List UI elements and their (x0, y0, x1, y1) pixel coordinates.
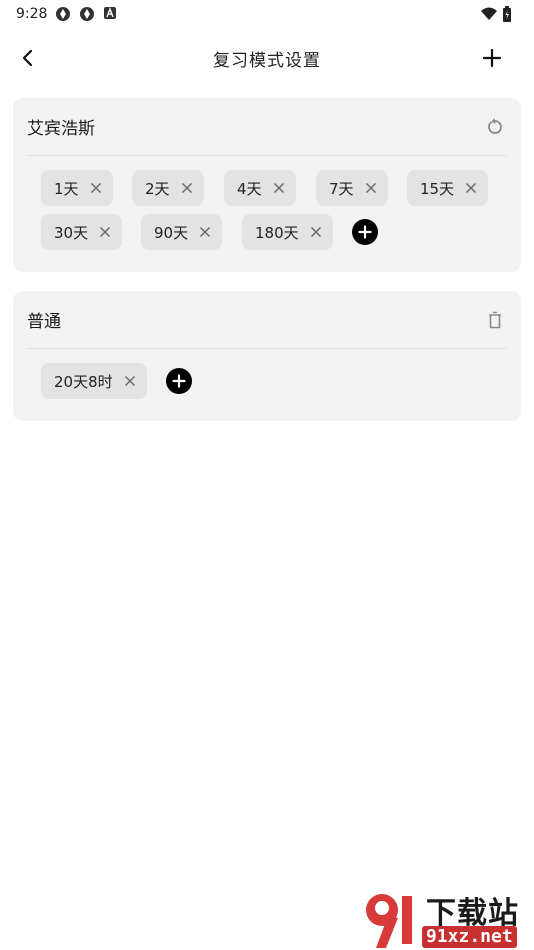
chip-label: 30天 (54, 223, 89, 242)
remove-chip-button[interactable] (364, 181, 378, 195)
watermark-logo-icon (366, 894, 412, 948)
watermark-domain: 91xz.net (422, 926, 517, 948)
chip-label: 15天 (420, 179, 455, 198)
battery-icon (502, 6, 518, 22)
reset-button[interactable] (483, 115, 507, 139)
app-notification-icon (55, 6, 71, 22)
card-title: 艾宾浩斯 (27, 119, 95, 139)
close-icon (200, 227, 211, 237)
remove-chip-button[interactable] (309, 225, 323, 239)
status-bar: 9:28 (0, 0, 534, 28)
chip-label: 180天 (255, 223, 299, 242)
chip-label: 1天 (54, 179, 79, 198)
watermark: 下载站 91xz.net (362, 888, 532, 950)
close-icon (466, 183, 477, 193)
remove-chip-button[interactable] (272, 181, 286, 195)
plus-icon (482, 48, 502, 68)
remove-chip-button[interactable] (180, 181, 194, 195)
interval-chip[interactable]: 180天 (242, 214, 333, 250)
chevron-left-icon (22, 49, 33, 67)
remove-chip-button[interactable] (198, 225, 212, 239)
interval-chip[interactable]: 7天 (316, 170, 388, 206)
wifi-icon (480, 6, 497, 22)
interval-chip[interactable]: 30天 (41, 214, 123, 250)
font-notification-icon (103, 6, 119, 22)
chip-label: 2天 (145, 179, 170, 198)
close-icon (124, 376, 135, 386)
chip-label: 4天 (237, 179, 262, 198)
remove-chip-button[interactable] (464, 181, 478, 195)
review-mode-card-normal: 普通 20天8时 (13, 291, 521, 421)
plus-icon (172, 374, 186, 388)
interval-chip[interactable]: 2天 (132, 170, 204, 206)
screen: 9:28 复习模式设置 艾宾浩斯 1天 2天 4天 7天 15天 30天 90天… (0, 0, 534, 950)
card-header: 艾宾浩斯 (27, 98, 507, 156)
interval-chip[interactable]: 90天 (141, 214, 223, 250)
chip-label: 7天 (329, 179, 354, 198)
close-icon (181, 183, 192, 193)
status-left: 9:28 (16, 6, 119, 22)
status-right (480, 6, 518, 22)
reset-icon (488, 118, 502, 134)
close-icon (90, 183, 101, 193)
add-interval-button[interactable] (352, 219, 378, 245)
close-icon (100, 227, 111, 237)
interval-chip[interactable]: 15天 (407, 170, 489, 206)
interval-chip[interactable]: 4天 (224, 170, 296, 206)
page-title: 复习模式设置 (213, 50, 321, 71)
chip-label: 20天8时 (54, 372, 113, 391)
delete-button[interactable] (483, 308, 507, 332)
interval-chip[interactable]: 1天 (41, 170, 113, 206)
remove-chip-button[interactable] (89, 181, 103, 195)
close-icon (273, 183, 284, 193)
top-bar: 复习模式设置 (0, 34, 534, 82)
card-title: 普通 (27, 312, 61, 332)
app-notification-icon-2 (79, 6, 95, 22)
review-mode-card-ebbinghaus: 艾宾浩斯 1天 2天 4天 7天 15天 30天 90天 180天 (13, 98, 521, 272)
remove-chip-button[interactable] (98, 225, 112, 239)
trash-icon (489, 311, 501, 329)
add-mode-button[interactable] (476, 42, 508, 74)
close-icon (310, 227, 321, 237)
interval-chip[interactable]: 20天8时 (41, 363, 147, 399)
card-header: 普通 (27, 291, 507, 349)
chip-label: 90天 (154, 223, 189, 242)
close-icon (365, 183, 376, 193)
back-button[interactable] (12, 42, 44, 74)
plus-icon (358, 225, 372, 239)
remove-chip-button[interactable] (123, 374, 137, 388)
status-time: 9:28 (16, 6, 48, 22)
add-interval-button[interactable] (166, 368, 192, 394)
